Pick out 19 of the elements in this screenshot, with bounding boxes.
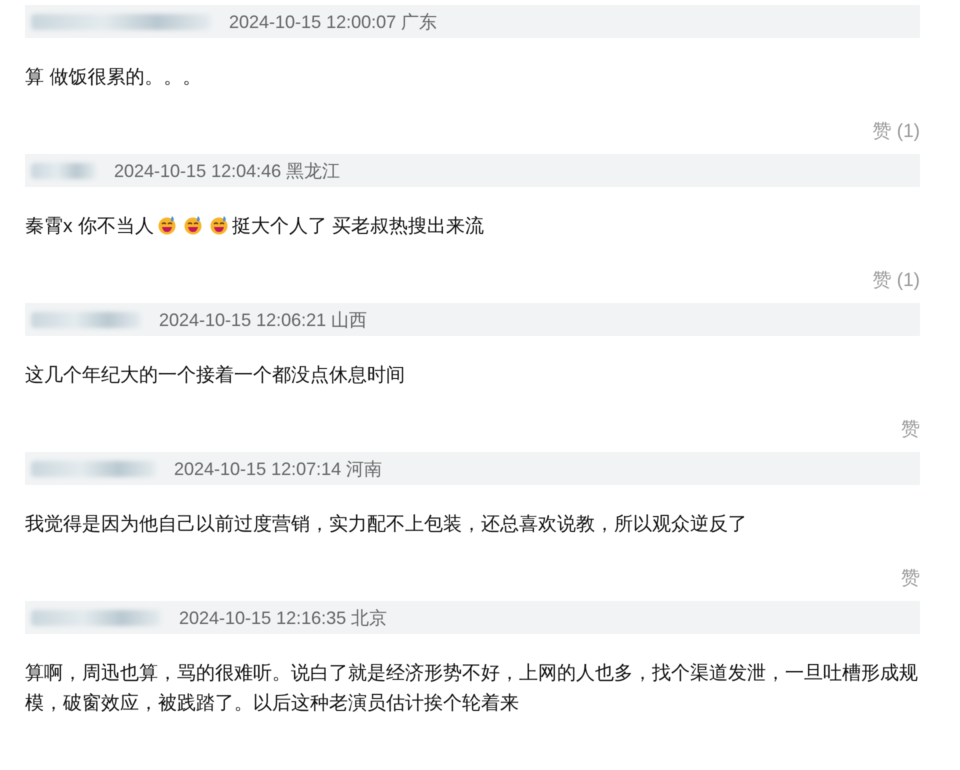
comment-meta: 2024-10-15 12:07:14 河南 — [174, 458, 382, 480]
sweat-smile-emoji-icon — [182, 215, 203, 235]
comment-meta: 2024-10-15 12:06:21 山西 — [159, 308, 368, 332]
comment-text: 算啊，周迅也算，骂的很难听。说白了就是经济形势不好，上网的人也多，找个渠道发泄，一旦吐槽形成规模，破窗效应，被践踏了。以后这种老演员估计挨个轮着来 — [25, 663, 918, 714]
comment-text: 这几个年纪大的一个接着一个都没点休息时间 — [25, 365, 405, 386]
comment-text: 我觉得是因为他自己以前过度营销，实力配不上包装，还总喜欢说教，所以观众逆反了 — [25, 514, 747, 535]
blurred-username — [31, 162, 96, 178]
like-link[interactable]: 赞 — [901, 565, 920, 595]
comment-text: 秦霄x 你不当人 — [25, 216, 154, 237]
comment-text: 挺大个人了 买老叔热搜出来流 — [232, 216, 484, 237]
like-link[interactable]: 赞 (1) — [872, 118, 920, 148]
like-link[interactable]: 赞 (1) — [872, 267, 920, 297]
sweat-smile-emoji-icon — [208, 215, 229, 235]
like-link[interactable]: 赞 — [901, 416, 920, 446]
comment-meta: 2024-10-15 12:16:35 北京 — [179, 606, 388, 630]
sweat-smile-emoji-icon — [156, 215, 177, 235]
comment-meta: 2024-10-15 12:04:46 黑龙江 — [114, 160, 340, 182]
comment-meta: 2024-10-15 12:00:07 广东 — [229, 10, 438, 34]
comment-text: 算 做饭很累的。。。 — [25, 67, 202, 88]
